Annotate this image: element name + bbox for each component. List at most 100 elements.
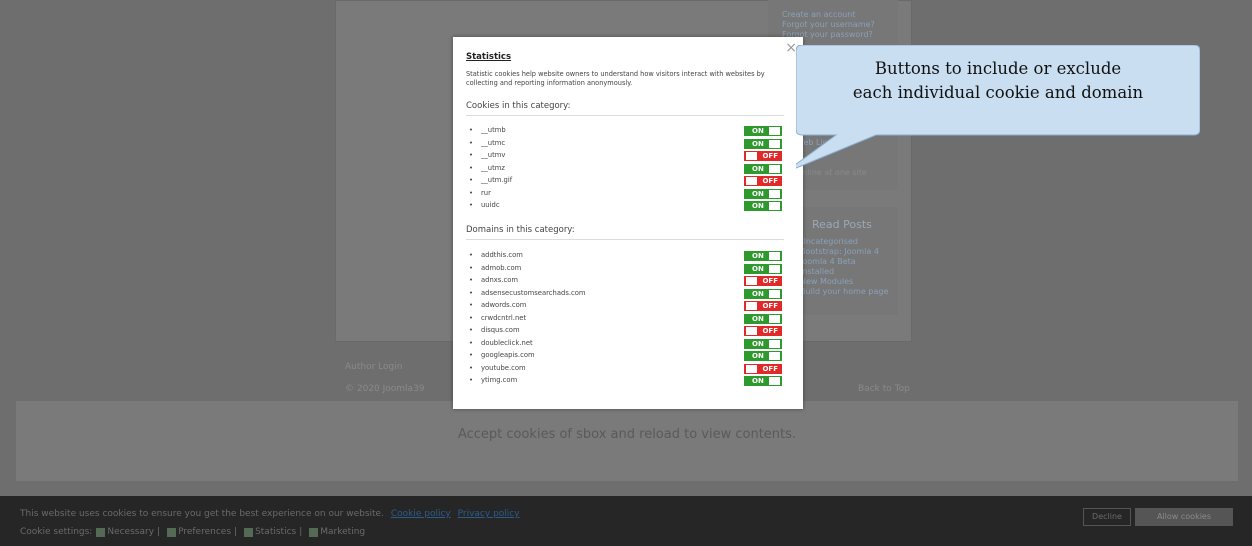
marketing-label[interactable]: Marketing [320, 527, 365, 537]
domain-item: • ytimg.com ON [466, 374, 786, 387]
privacy-policy-link[interactable]: Privacy policy [458, 509, 520, 519]
statistics-label[interactable]: Statistics [255, 527, 296, 537]
bullet: • [469, 251, 474, 259]
copyright: © 2020 Joomla39 [345, 384, 425, 394]
toggle-state: ON [752, 139, 764, 148]
cookie-bar-text: This website uses cookies to ensure you … [20, 509, 384, 519]
toggle-state: ON [752, 202, 764, 210]
toggle-state: OFF [762, 177, 778, 185]
sidebar-link[interactable]: Bootstrap: Joomla 4 [800, 247, 888, 257]
bullet: • [469, 138, 474, 147]
bullet: • [469, 376, 474, 384]
domain-name: adnxs.com [481, 276, 519, 284]
sidebar-link[interactable]: Create an account [782, 10, 875, 20]
domain-name: addthis.com [481, 251, 523, 259]
toggle-knob [769, 252, 780, 260]
cookie-toggle[interactable]: ON [744, 163, 782, 174]
toggle-knob [769, 264, 780, 273]
separator: | [234, 527, 238, 537]
toggle-knob [746, 177, 757, 185]
toggle-state: ON [752, 264, 764, 273]
cookie-name: __utmz [481, 163, 505, 172]
domain-item: • adwords.com OFF [466, 299, 786, 312]
bullet: • [469, 188, 474, 197]
toggle-state: ON [752, 377, 764, 385]
cookie-item: • rur ON [466, 187, 786, 200]
sidebar-link[interactable]: New Modules [800, 277, 888, 287]
toggle-state: ON [752, 189, 764, 198]
preferences-checkbox[interactable] [167, 527, 177, 537]
domain-list: • addthis.com ON • admob.com ON • adnxs.com OFF •… [466, 249, 786, 387]
domain-toggle[interactable]: OFF [744, 326, 782, 336]
callout-text: Buttons to include or exclude each indiv… [796, 57, 1200, 105]
cookie-toggle[interactable]: OFF [744, 151, 782, 161]
domain-toggle[interactable]: ON [744, 313, 782, 324]
bullet: • [469, 326, 474, 334]
toggle-knob [769, 339, 780, 348]
domain-toggle[interactable]: ON [744, 338, 782, 349]
toggle-knob [746, 364, 757, 373]
separator: | [157, 527, 161, 537]
domain-toggle[interactable]: OFF [744, 276, 782, 286]
cookie-toggle[interactable]: OFF [744, 176, 782, 186]
cookie-item: • uuidc ON [466, 199, 786, 212]
domain-item: • googleapis.com ON [466, 349, 786, 362]
toggle-state: ON [752, 164, 764, 173]
domain-toggle[interactable]: OFF [744, 301, 782, 311]
blocked-content-panel: Accept cookies of sbox and reload to vie… [15, 400, 1239, 482]
toggle-state: ON [752, 289, 764, 298]
author-login-link[interactable]: Author Login [345, 362, 402, 372]
necessary-label: Necessary [107, 527, 155, 537]
cookie-item: • __utmz ON [466, 162, 786, 175]
cookie-name: uuidc [481, 201, 500, 209]
bullet: • [469, 126, 474, 134]
cookie-name: rur [481, 188, 491, 197]
domain-name: ytimg.com [481, 376, 518, 384]
domain-item: • adsensecustomsearchads.com ON [466, 287, 786, 300]
cookie-toggle[interactable]: ON [744, 188, 782, 199]
domain-toggle[interactable]: ON [744, 263, 782, 274]
cookie-toggle[interactable]: ON [744, 201, 782, 211]
cookie-consent-bar: This website uses cookies to ensure you … [0, 496, 1252, 546]
domain-item: • admob.com ON [466, 262, 786, 275]
sidebar-link[interactable]: Forgot your username? [782, 20, 875, 30]
toggle-knob [769, 314, 780, 323]
cookie-policy-link[interactable]: Cookie policy [391, 509, 451, 519]
sidebar-link[interactable]: Joomla 4 Beta [800, 257, 888, 267]
domain-toggle[interactable]: ON [744, 351, 782, 361]
cookie-toggle[interactable]: ON [744, 138, 782, 149]
callout-line-2: each individual cookie and domain [852, 83, 1144, 102]
toggle-knob [746, 327, 757, 335]
cookie-settings: Cookie settings: Necessary | Preferences… [20, 527, 365, 537]
allow-cookies-button[interactable]: Allow cookies [1135, 508, 1233, 526]
modal-description: Statistic cookies help website owners to… [466, 70, 765, 87]
toggle-state: OFF [762, 364, 778, 373]
cookie-item: • __utm.gif OFF [466, 174, 786, 187]
domain-name: googleapis.com [481, 351, 535, 359]
preferences-label[interactable]: Preferences [178, 527, 231, 537]
toggle-knob [746, 302, 757, 310]
back-to-top-link[interactable]: Back to Top [858, 384, 910, 394]
domain-toggle[interactable]: OFF [744, 363, 782, 374]
sidebar-link[interactable]: Build your home page [800, 287, 888, 297]
necessary-checkbox[interactable] [96, 527, 106, 537]
marketing-checkbox[interactable] [309, 527, 319, 537]
sidebar-link[interactable]: Installed [800, 267, 888, 277]
domain-toggle[interactable]: ON [744, 376, 782, 386]
bullet: • [469, 276, 474, 284]
domain-name: doubleclick.net [481, 338, 533, 347]
bullet: • [469, 301, 474, 309]
sidebar-link[interactable]: Uncategorised [800, 237, 888, 247]
domain-name: youtube.com [481, 363, 526, 372]
domain-toggle[interactable]: ON [744, 288, 782, 299]
popular-links: Uncategorised Bootstrap: Joomla 4 Joomla 4… [800, 237, 888, 297]
toggle-state: ON [752, 127, 764, 135]
cookie-toggle[interactable]: ON [744, 126, 782, 136]
domain-toggle[interactable]: ON [744, 251, 782, 261]
cookies-heading: Cookies in this category: [466, 101, 784, 116]
domain-name: adwords.com [481, 301, 527, 309]
domain-item: • crwdcntrl.net ON [466, 312, 786, 325]
decline-button[interactable]: Decline [1083, 508, 1131, 526]
toggle-state: ON [752, 339, 764, 348]
statistics-checkbox[interactable] [244, 527, 254, 537]
